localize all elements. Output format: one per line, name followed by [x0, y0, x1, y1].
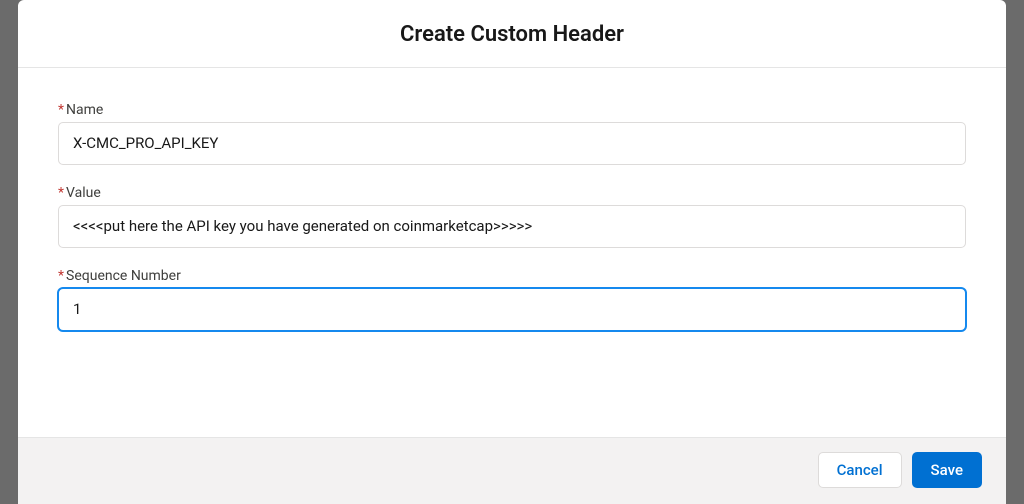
name-label: *Name — [58, 102, 966, 118]
create-custom-header-modal: Create Custom Header *Name *Value *Seque… — [18, 0, 1006, 504]
sequence-input[interactable] — [58, 288, 966, 331]
form-group-name: *Name — [58, 102, 966, 165]
required-asterisk-icon: * — [58, 102, 64, 118]
modal-title: Create Custom Header — [42, 22, 982, 47]
save-button[interactable]: Save — [912, 452, 982, 488]
modal-body: *Name *Value *Sequence Number — [18, 68, 1006, 437]
form-group-value: *Value — [58, 185, 966, 248]
form-group-sequence: *Sequence Number — [58, 268, 966, 331]
sequence-label: *Sequence Number — [58, 268, 966, 284]
name-input[interactable] — [58, 122, 966, 165]
required-asterisk-icon: * — [58, 268, 64, 284]
modal-footer: Cancel Save — [18, 437, 1006, 504]
name-label-text: Name — [66, 102, 103, 118]
sequence-label-text: Sequence Number — [66, 268, 181, 284]
cancel-button[interactable]: Cancel — [818, 452, 902, 488]
value-input[interactable] — [58, 205, 966, 248]
modal-header: Create Custom Header — [18, 0, 1006, 68]
required-asterisk-icon: * — [58, 185, 64, 201]
value-label-text: Value — [66, 185, 101, 201]
value-label: *Value — [58, 185, 966, 201]
